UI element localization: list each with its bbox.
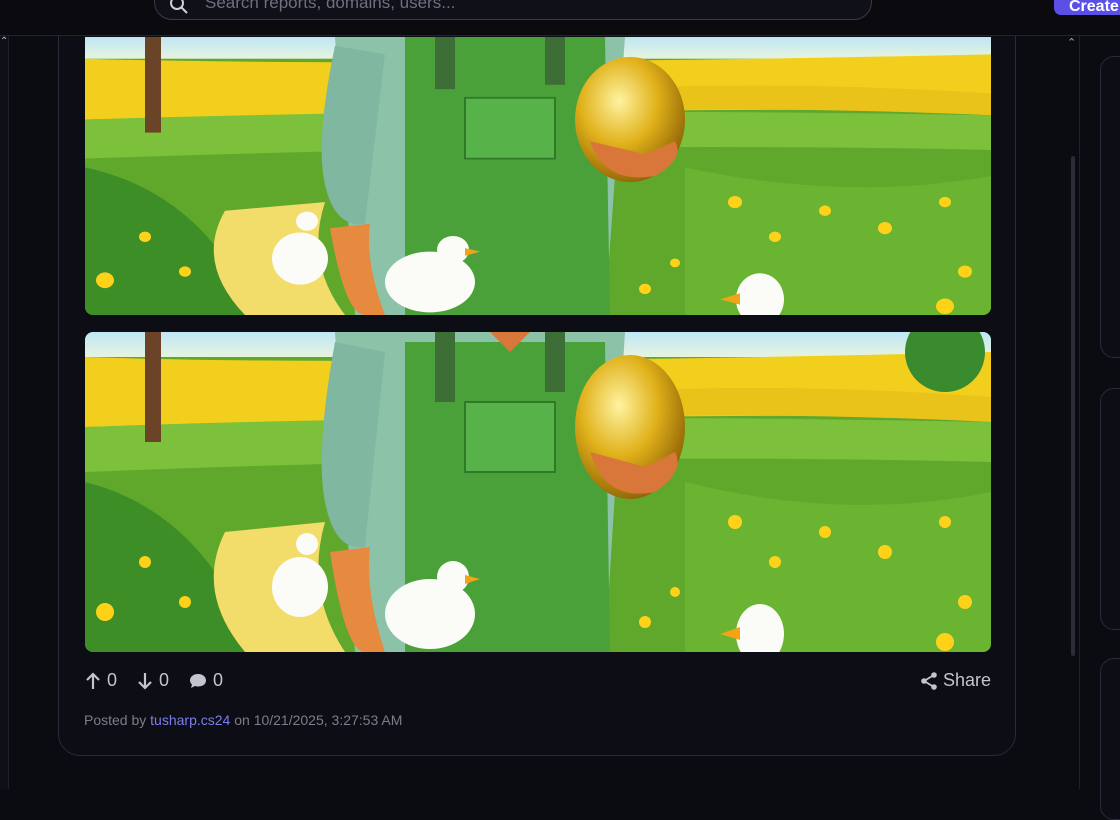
search-input[interactable] <box>203 0 847 21</box>
comment-count: 0 <box>213 670 224 690</box>
create-button[interactable]: Create <box>1054 0 1120 15</box>
top-bar: Create <box>0 0 1120 36</box>
sidebar-panel <box>1100 56 1120 358</box>
upvote-count: 0 <box>107 670 118 690</box>
comment-icon <box>190 673 206 688</box>
scrollbar[interactable]: ⌃ <box>1067 36 1077 789</box>
post-timestamp: 10/21/2025, 3:27:53 AM <box>253 712 403 728</box>
share-button[interactable]: Share <box>921 670 991 691</box>
search-icon <box>170 0 188 14</box>
arrow-up-icon <box>86 671 100 689</box>
post-meta: Posted by tusharp.cs24 on 10/21/2025, 3:… <box>84 712 402 728</box>
post-image[interactable] <box>85 332 991 652</box>
upvote-button[interactable]: 0 <box>85 670 117 691</box>
author-link[interactable]: tusharp.cs24 <box>150 712 230 728</box>
main-content: 0 0 0 Share Posted by tusharp.cs24 on 10… <box>9 36 1078 789</box>
downvote-count: 0 <box>159 670 170 690</box>
chevron-up-icon[interactable]: ⌃ <box>0 36 8 47</box>
arrow-down-icon <box>138 672 152 690</box>
left-rail: ⌃ <box>0 36 9 789</box>
downvote-button[interactable]: 0 <box>137 670 169 691</box>
share-icon <box>921 671 937 690</box>
farm-illustration <box>85 37 991 315</box>
farm-illustration <box>85 332 991 652</box>
comment-button[interactable]: 0 <box>189 670 223 691</box>
share-label: Share <box>942 670 991 690</box>
search-bar[interactable] <box>154 0 872 21</box>
scrollbar-thumb[interactable] <box>1071 156 1075 656</box>
post-image[interactable] <box>85 37 991 315</box>
post-card: 0 0 0 Share Posted by tusharp.cs24 on 10… <box>58 36 1016 756</box>
chevron-up-icon[interactable]: ⌃ <box>1067 36 1076 49</box>
sidebar-panel <box>1100 388 1120 630</box>
right-sidebar <box>1079 36 1120 820</box>
post-actions: 0 0 0 Share <box>85 670 991 694</box>
posted-on-label: on <box>234 712 250 728</box>
sidebar-panel <box>1100 658 1120 820</box>
posted-by-label: Posted by <box>84 712 147 728</box>
